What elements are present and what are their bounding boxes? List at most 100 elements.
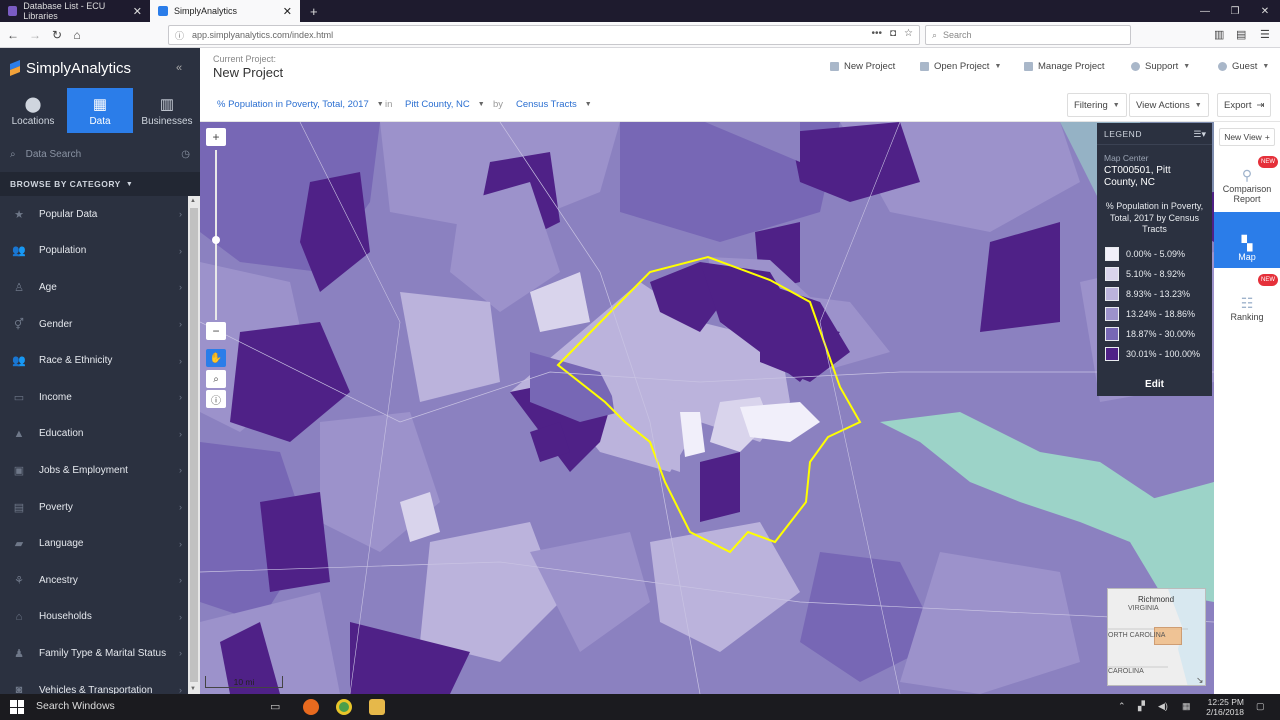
open-project-button[interactable]: Open Project ▼ — [920, 61, 1001, 72]
category-family-type[interactable]: ♟ Family Type & Marital Status › — [0, 635, 188, 672]
manage-project-button[interactable]: Manage Project — [1024, 61, 1105, 72]
map-scale-bar: 10 mi — [205, 676, 283, 688]
volume-icon[interactable]: ◀) — [1158, 701, 1168, 712]
bookmark-star-icon[interactable]: ☆ — [904, 28, 913, 39]
new-tab-button[interactable]: + — [302, 0, 322, 22]
category-age[interactable]: ♙ Age › — [0, 269, 188, 306]
category-poverty[interactable]: ▤ Poverty › — [0, 489, 188, 526]
legend-range-row[interactable]: 13.24% - 18.86% — [1105, 304, 1212, 324]
back-icon[interactable]: ← — [4, 26, 22, 44]
close-tab-icon[interactable]: ✕ — [133, 5, 142, 18]
sidebar-icon[interactable]: ▤ — [1236, 28, 1246, 41]
task-view-icon[interactable]: ▭ — [270, 700, 280, 713]
view-comparison-report[interactable]: NEW ⚲ Comparison Report — [1214, 154, 1280, 210]
firefox-icon[interactable] — [303, 699, 319, 715]
file-explorer-icon[interactable] — [369, 699, 385, 715]
app-logo[interactable]: SimplyAnalytics — [8, 58, 131, 78]
zoom-slider-track[interactable] — [215, 150, 217, 320]
variable-dropdown[interactable]: % Population in Poverty, Total, 2017 ▼ — [217, 99, 384, 110]
guest-button[interactable]: Guest ▼ — [1218, 61, 1269, 72]
zoom-out-button[interactable]: − — [206, 322, 226, 340]
category-scrollbar[interactable]: ▲ ▼ — [188, 196, 200, 694]
category-education[interactable]: ▲ Education › — [0, 416, 188, 453]
tab-simplyanalytics[interactable]: SimplyAnalytics ✕ — [150, 0, 300, 22]
pan-hand-icon[interactable]: ✋ — [206, 349, 226, 367]
category-list: ★ Popular Data › 👥 Population › ♙ Age › ⚥ Gende… — [0, 196, 188, 694]
legend-range-row[interactable]: 30.01% - 100.00% — [1105, 344, 1212, 364]
data-search-input[interactable]: ⌕ Data Search ◷ — [0, 142, 200, 166]
pocket-icon[interactable]: ◘ — [890, 28, 896, 39]
category-popular-data[interactable]: ★ Popular Data › — [0, 196, 188, 233]
tab-businesses[interactable]: ▥ Businesses — [134, 88, 200, 133]
url-bar[interactable]: ⓘ app.simplyanalytics.com/index.html •••… — [168, 25, 920, 45]
history-icon[interactable]: ◷ — [181, 149, 190, 160]
category-households[interactable]: ⌂ Households › — [0, 599, 188, 636]
identify-info-icon[interactable]: ⓘ — [206, 390, 226, 408]
map-center-label: Map Center — [1104, 153, 1149, 163]
export-button[interactable]: Export ⇥ — [1217, 93, 1272, 117]
browser-search-input[interactable]: ⌕ Search — [925, 25, 1131, 45]
scale-label: 10 mi — [233, 677, 255, 687]
reload-icon[interactable]: ↻ — [48, 26, 66, 44]
legend-range-row[interactable]: 8.93% - 13.23% — [1105, 284, 1212, 304]
home-icon[interactable]: ⌂ — [68, 26, 86, 44]
legend-edit-button[interactable]: Edit — [1097, 379, 1212, 390]
support-button[interactable]: Support ▼ — [1131, 61, 1190, 72]
windows-start-icon[interactable] — [10, 700, 24, 714]
legend-swatch — [1105, 266, 1119, 281]
close-window-icon[interactable]: ✕ — [1250, 0, 1280, 22]
legend-range-row[interactable]: 0.00% - 5.09% — [1105, 244, 1212, 264]
category-language[interactable]: ▰ Language › — [0, 525, 188, 562]
tab-database-list[interactable]: Database List - ECU Libraries ✕ — [0, 0, 150, 22]
scroll-down-icon[interactable]: ▼ — [190, 686, 196, 692]
collapse-sidebar-icon[interactable]: « — [176, 62, 182, 74]
category-vehicles[interactable]: ◙ Vehicles & Transportation › — [0, 672, 188, 694]
scroll-up-icon[interactable]: ▲ — [190, 198, 196, 204]
zoom-in-button[interactable]: + — [206, 128, 226, 146]
zoom-slider-handle[interactable] — [212, 236, 220, 244]
library-icon[interactable]: ▥ — [1214, 28, 1224, 41]
unit-dropdown[interactable]: Census Tracts ▼ — [516, 99, 592, 110]
notifications-icon[interactable]: ▢ — [1256, 701, 1265, 712]
page-actions-icon[interactable]: ••• — [871, 28, 882, 39]
choropleth-map[interactable] — [200, 122, 1214, 694]
legend-range-row[interactable]: 18.87% - 30.00% — [1105, 324, 1212, 344]
tab-data[interactable]: ▦ Data — [67, 88, 133, 133]
zoom-box-icon[interactable]: ⌕ — [206, 370, 226, 388]
category-population[interactable]: 👥 Population › — [0, 233, 188, 270]
view-actions-button[interactable]: View Actions ▼ — [1129, 93, 1209, 117]
new-project-button[interactable]: New Project — [830, 61, 895, 72]
restore-icon[interactable]: ❐ — [1220, 0, 1250, 22]
close-tab-icon[interactable]: ✕ — [283, 5, 292, 18]
category-income[interactable]: ▭ Income › — [0, 379, 188, 416]
category-ancestry[interactable]: ⚘ Ancestry › — [0, 562, 188, 599]
tab-locations[interactable]: ⬤ Locations — [0, 88, 66, 133]
tray-chevron-icon[interactable]: ⌃ — [1118, 701, 1126, 712]
location-dropdown[interactable]: Pitt County, NC ▼ — [405, 99, 485, 110]
category-race-ethnicity[interactable]: 👥 Race & Ethnicity › — [0, 342, 188, 379]
browse-by-category-dropdown[interactable]: BROWSE BY CATEGORY ▼ — [0, 172, 200, 196]
project-name[interactable]: New Project — [213, 65, 283, 80]
category-jobs-employment[interactable]: ▣ Jobs & Employment › — [0, 452, 188, 489]
map-canvas[interactable] — [200, 122, 1214, 694]
view-map[interactable]: ▚ Map — [1214, 212, 1280, 268]
chevron-down-icon: ▼ — [477, 101, 485, 108]
site-favicon-icon — [8, 6, 18, 16]
legend-menu-icon[interactable]: ☰▾ — [1193, 129, 1206, 140]
taskbar-clock[interactable]: 12:25 PM 2/16/2018 — [1206, 697, 1244, 717]
scroll-thumb[interactable] — [190, 208, 198, 682]
taskbar-search-input[interactable]: Search Windows — [36, 700, 115, 712]
view-ranking[interactable]: NEW ☷ Ranking — [1214, 272, 1280, 328]
filtering-button[interactable]: Filtering ▼ — [1067, 93, 1127, 117]
menu-icon[interactable]: ☰ — [1260, 28, 1270, 41]
new-view-button[interactable]: New View + — [1219, 128, 1275, 146]
network-icon[interactable]: ▞ — [1138, 701, 1145, 712]
minimize-icon[interactable]: — — [1190, 0, 1220, 22]
legend-range-row[interactable]: 5.10% - 8.92% — [1105, 264, 1212, 284]
keyboard-icon[interactable]: ▦ — [1182, 701, 1191, 712]
chrome-icon[interactable] — [336, 699, 352, 715]
forward-icon[interactable]: → — [26, 26, 44, 44]
expand-minimap-icon[interactable]: ↘ — [1196, 675, 1204, 685]
overview-minimap[interactable]: Richmond VIRGINIA ORTH CAROLINA CAROLINA… — [1107, 588, 1206, 686]
category-gender[interactable]: ⚥ Gender › — [0, 306, 188, 343]
